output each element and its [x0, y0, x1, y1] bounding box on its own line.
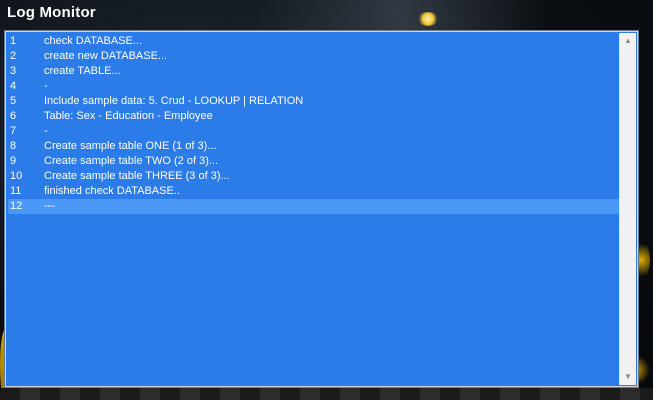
- log-row-selected[interactable]: 12 ---: [8, 199, 620, 214]
- log-line-text: Create sample table TWO (2 of 3)...: [44, 155, 219, 167]
- log-row[interactable]: 10 Create sample table THREE (3 of 3)...: [8, 169, 620, 184]
- vertical-scrollbar[interactable]: ▲ ▼: [619, 33, 636, 385]
- log-line-text: Create sample table ONE (1 of 3)...: [44, 140, 217, 152]
- log-row[interactable]: 5 Include sample data: 5. Crud - LOOKUP |…: [8, 94, 620, 109]
- scroll-down-arrow-icon[interactable]: ▼: [620, 369, 636, 385]
- log-line-number: 2: [10, 50, 17, 62]
- log-row[interactable]: 1 check DATABASE...: [8, 34, 620, 49]
- log-line-text: Include sample data: 5. Crud - LOOKUP | …: [44, 95, 304, 107]
- log-row[interactable]: 6 Table: Sex - Education - Employee: [8, 109, 620, 124]
- log-line-number: 12: [10, 200, 23, 212]
- window-title: Log Monitor: [7, 4, 96, 21]
- background-light-spot: [418, 12, 438, 26]
- log-row[interactable]: 7-: [8, 124, 620, 139]
- log-monitor-panel[interactable]: 1 check DATABASE... 2 create new DATABASE..…: [4, 30, 639, 388]
- log-row[interactable]: 11 finished check DATABASE..: [8, 184, 620, 199]
- background-floor-strip: [0, 388, 653, 400]
- log-line-text: -: [44, 80, 48, 92]
- log-line-number: 5: [10, 95, 17, 107]
- scroll-track[interactable]: [620, 49, 636, 369]
- log-line-text: finished check DATABASE..: [44, 185, 180, 197]
- log-line-number: 4: [10, 80, 17, 92]
- log-line-text: check DATABASE...: [44, 35, 143, 47]
- log-list[interactable]: 1 check DATABASE... 2 create new DATABASE..…: [8, 34, 620, 384]
- log-line-text: create new DATABASE...: [44, 50, 168, 62]
- log-line-number: 8: [10, 140, 17, 152]
- log-row[interactable]: 9 Create sample table TWO (2 of 3)...: [8, 154, 620, 169]
- log-line-text: create TABLE...: [44, 65, 121, 77]
- log-line-number: 6: [10, 110, 17, 122]
- log-line-text: -: [44, 125, 48, 137]
- log-row[interactable]: 8 Create sample table ONE (1 of 3)...: [8, 139, 620, 154]
- log-line-number: 11: [10, 185, 22, 197]
- log-line-number: 10: [10, 170, 23, 182]
- log-line-number: 1: [10, 35, 17, 47]
- log-row[interactable]: 2 create new DATABASE...: [8, 49, 620, 64]
- log-line-number: 3: [10, 65, 17, 77]
- log-line-number: 7: [10, 125, 17, 137]
- log-line-text: Create sample table THREE (3 of 3)...: [44, 170, 230, 182]
- log-row[interactable]: 4-: [8, 79, 620, 94]
- log-line-number: 9: [10, 155, 17, 167]
- log-line-text: ---: [44, 200, 55, 212]
- log-row[interactable]: 3 create TABLE...: [8, 64, 620, 79]
- log-line-text: Table: Sex - Education - Employee: [44, 110, 213, 122]
- background-blur-band: [250, 0, 550, 32]
- scroll-up-arrow-icon[interactable]: ▲: [620, 33, 636, 49]
